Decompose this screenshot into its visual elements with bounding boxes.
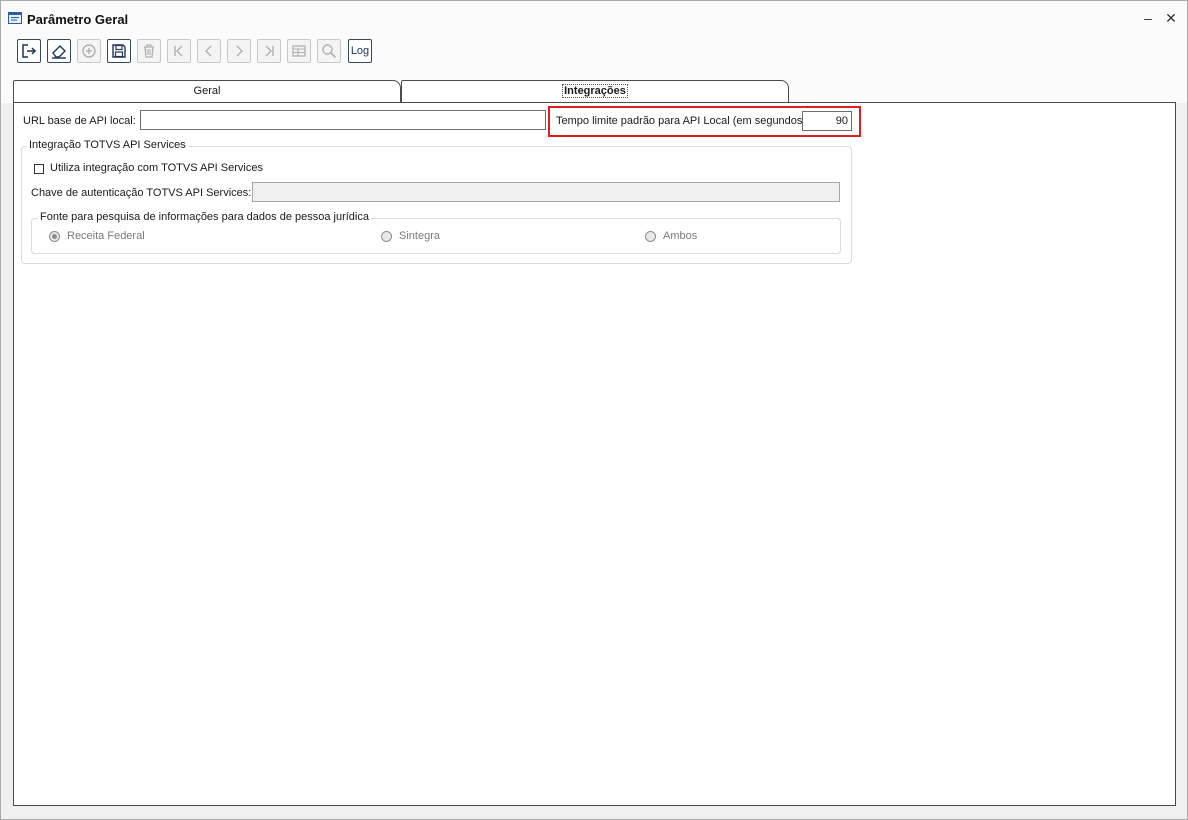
timeout-highlight-box: [548, 106, 861, 137]
totvs-api-checkbox-label: Utiliza integração com TOTVS API Service…: [50, 162, 263, 174]
previous-record-icon: [205, 45, 212, 57]
integracoes-panel: URL base de API local: Tempo limite padr…: [13, 102, 1176, 806]
close-button[interactable]: ✕: [1163, 10, 1179, 26]
search-icon: [322, 44, 337, 59]
totvs-api-group: Integração TOTVS API Services Utiliza in…: [21, 139, 852, 264]
minimize-button[interactable]: –: [1140, 10, 1156, 26]
exit-icon: [22, 44, 37, 58]
last-record-button[interactable]: [257, 39, 281, 63]
trash-icon: [144, 44, 154, 58]
tab-integracoes[interactable]: Integrações: [401, 80, 789, 102]
status-bar: [1, 807, 1187, 819]
radio-receita-federal-label: Receita Federal: [67, 230, 145, 242]
tab-geral-label: Geral: [193, 85, 221, 97]
radio-ambos-label: Ambos: [663, 230, 698, 242]
next-record-button[interactable]: [227, 39, 251, 63]
search-button[interactable]: [317, 39, 341, 63]
parametro-geral-window: Parâmetro Geral – ✕ Log Geral Integraçõe…: [0, 0, 1188, 820]
eraser-icon: [52, 45, 66, 59]
delete-button[interactable]: [137, 39, 161, 63]
radio-sintegra[interactable]: [381, 231, 392, 242]
tab-integracoes-label: Integrações: [562, 84, 628, 98]
log-button[interactable]: Log: [348, 39, 372, 63]
totvs-api-group-legend: Integração TOTVS API Services: [27, 139, 188, 151]
source-group: Fonte para pesquisa de informações para …: [31, 211, 841, 254]
save-button[interactable]: [107, 39, 131, 63]
totvs-api-checkbox[interactable]: [34, 164, 44, 174]
auth-key-input[interactable]: [252, 182, 840, 202]
tab-geral[interactable]: Geral: [13, 80, 401, 102]
window-title: Parâmetro Geral: [27, 12, 129, 27]
add-circle-icon: [82, 44, 96, 58]
table-icon: [292, 45, 306, 57]
radio-ambos[interactable]: [645, 231, 656, 242]
exit-button[interactable]: [17, 39, 41, 63]
table-view-button[interactable]: [287, 39, 311, 63]
clear-button[interactable]: [47, 39, 71, 63]
next-record-icon: [236, 45, 243, 57]
save-icon: [112, 44, 126, 58]
radio-receita-federal[interactable]: [49, 231, 60, 242]
last-record-icon: [265, 45, 274, 57]
first-record-button[interactable]: [167, 39, 191, 63]
auth-key-label: Chave de autenticação TOTVS API Services…: [31, 187, 252, 199]
form-window-icon: [8, 12, 22, 24]
url-label: URL base de API local:: [23, 115, 136, 127]
toolbar: Log: [1, 35, 1187, 71]
title-bar: Parâmetro Geral – ✕: [1, 1, 1187, 35]
first-record-icon: [174, 45, 183, 57]
previous-record-button[interactable]: [197, 39, 221, 63]
radio-sintegra-label: Sintegra: [399, 230, 440, 242]
url-input[interactable]: [140, 110, 546, 130]
source-group-legend: Fonte para pesquisa de informações para …: [38, 211, 371, 223]
add-button[interactable]: [77, 39, 101, 63]
